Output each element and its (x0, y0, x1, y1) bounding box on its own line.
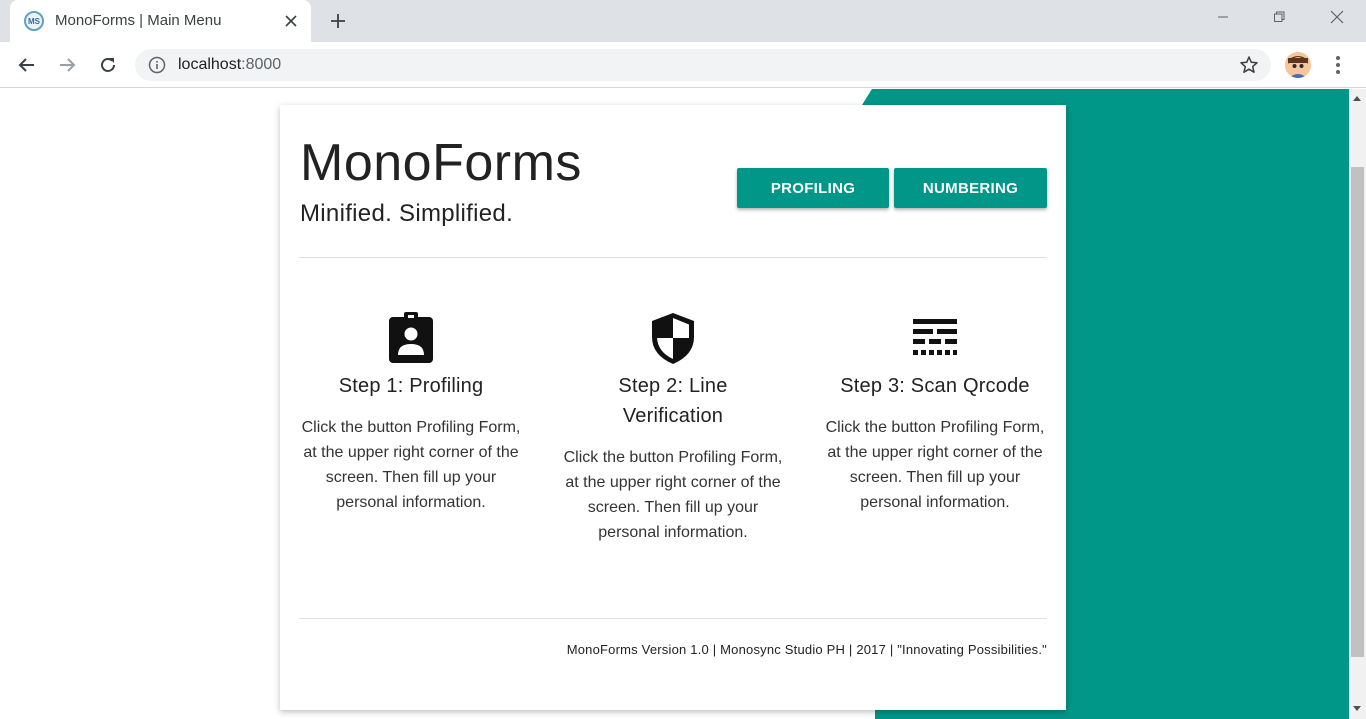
new-tab-icon[interactable] (324, 7, 352, 35)
site-info-icon[interactable] (148, 56, 166, 74)
profiling-button[interactable]: PROFILING (737, 168, 889, 208)
step-2-title: Step 2: Line Verification (618, 375, 728, 427)
step-3-description: Click the button Profiling Form, at the … (825, 419, 1045, 511)
browser-tab[interactable]: MS MonoForms | Main Menu (10, 0, 311, 42)
scroll-thumb[interactable] (1351, 167, 1364, 657)
bookmark-star-icon[interactable] (1239, 55, 1259, 75)
scroll-up-arrow-icon[interactable] (1353, 96, 1361, 101)
step-2-description: Click the button Profiling Form, at the … (563, 449, 783, 541)
profile-avatar-icon[interactable] (1285, 52, 1311, 78)
header-divider (299, 257, 1047, 258)
window-close-icon[interactable] (1314, 0, 1360, 34)
shield-icon (652, 313, 694, 364)
step-1-title: Step 1: Profiling (338, 375, 484, 397)
back-arrow-icon[interactable] (12, 50, 42, 80)
page-viewport: MonoForms Minified. Simplified. PROFILIN… (0, 89, 1349, 719)
footer-divider (299, 618, 1047, 619)
brand-title: MonoForms (300, 134, 582, 192)
url-host: localhost (178, 56, 242, 73)
page-scrollbar[interactable] (1349, 89, 1366, 719)
restore-icon[interactable] (1256, 0, 1302, 34)
tab-strip: MS MonoForms | Main Menu (0, 0, 1366, 42)
url-port: :8000 (241, 56, 282, 73)
forward-arrow-icon[interactable] (52, 50, 82, 80)
tab-title: MonoForms | Main Menu (55, 12, 222, 29)
favicon-text: MS (28, 16, 40, 26)
step-1: Step 1: Profiling Click the button Profi… (295, 311, 527, 515)
minimize-icon[interactable] (1200, 0, 1246, 34)
step-3: Step 3: Scan Qrcode Click the button Pro… (819, 311, 1051, 515)
address-bar[interactable]: localhost:8000 (135, 49, 1271, 81)
browser-toolbar: localhost:8000 (0, 42, 1366, 88)
step-1-description: Click the button Profiling Form, at the … (301, 419, 521, 511)
step-2: Step 2: Line Verification Click the butt… (557, 311, 789, 545)
numbering-button[interactable]: NUMBERING (894, 168, 1047, 208)
favicon-icon: MS (24, 11, 44, 31)
scroll-down-arrow-icon[interactable] (1353, 706, 1361, 711)
footer-text: MonoForms Version 1.0 | Monosync Studio … (566, 642, 1047, 657)
assignment-ind-icon (389, 312, 433, 363)
browser-menu-icon[interactable] (1328, 52, 1348, 78)
url-text[interactable]: localhost:8000 (178, 56, 281, 74)
reload-icon[interactable] (93, 50, 123, 80)
brand-tagline: Minified. Simplified. (300, 200, 514, 227)
tab-close-icon[interactable] (279, 9, 303, 33)
step-3-title: Step 3: Scan Qrcode (840, 375, 1030, 397)
main-card: MonoForms Minified. Simplified. PROFILIN… (280, 105, 1066, 710)
line-style-icon (913, 319, 957, 355)
